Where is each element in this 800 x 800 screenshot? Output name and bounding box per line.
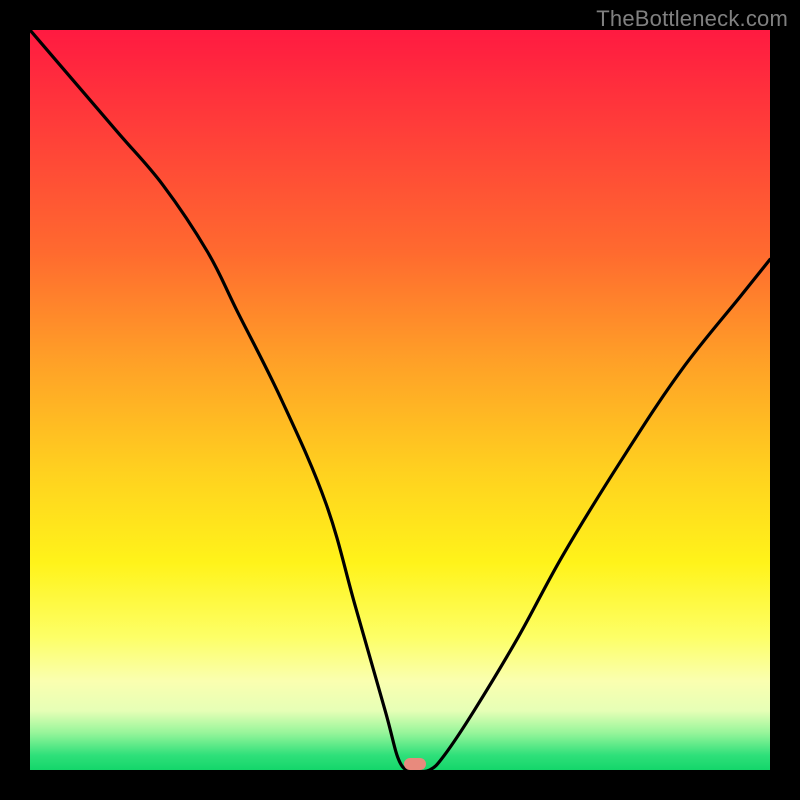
- bottleneck-curve: [30, 30, 770, 770]
- watermark-text: TheBottleneck.com: [596, 6, 788, 32]
- chart-stage: TheBottleneck.com: [0, 0, 800, 800]
- plot-area: [30, 30, 770, 770]
- minimum-marker: [404, 758, 426, 770]
